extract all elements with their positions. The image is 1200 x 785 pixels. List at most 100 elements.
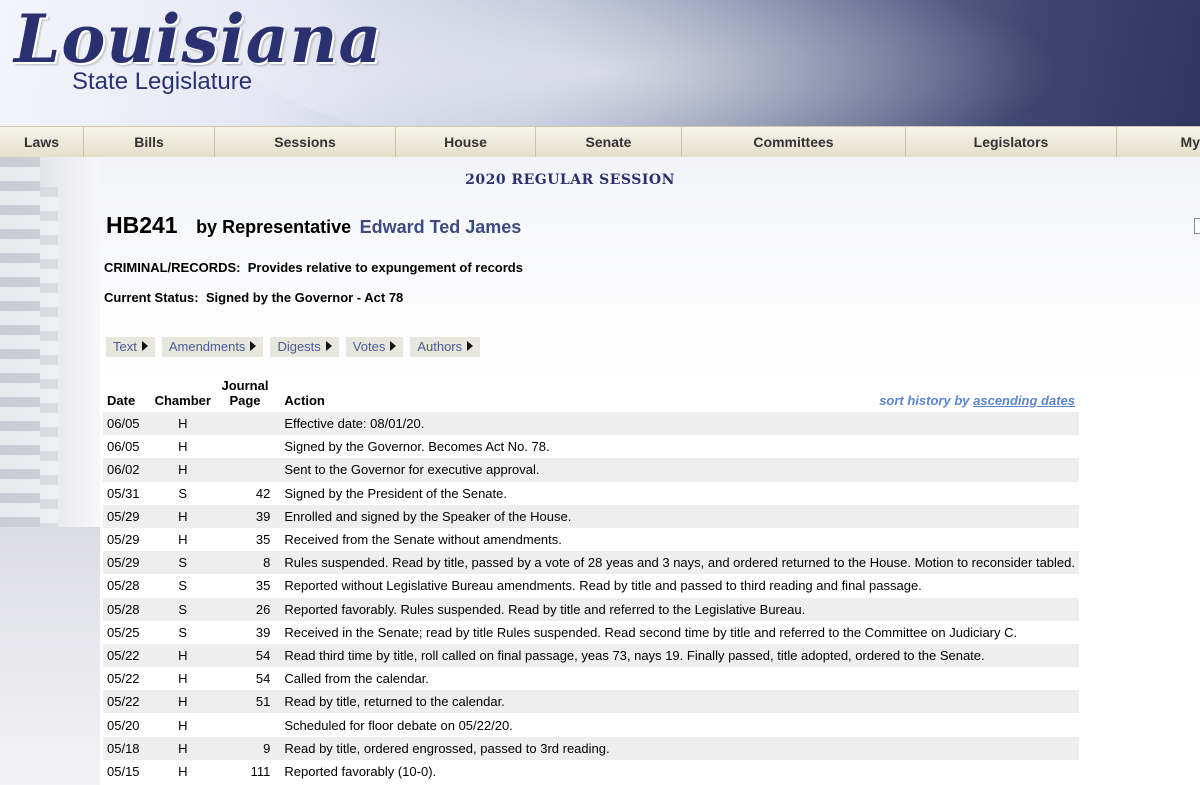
table-row: 05/18 H 9 Read by title, ordered engrossed,… <box>103 736 1079 760</box>
nav-legislators[interactable]: Legislators <box>906 127 1117 158</box>
bill-heading: HB241 by Representative Edward Ted James <box>106 212 521 239</box>
history-journal-page-cell <box>216 713 275 736</box>
bill-history-table: Date Chamber Journal Page Action sort hi… <box>103 378 1079 783</box>
nav-laws[interactable]: Laws <box>0 127 84 158</box>
tab-digests[interactable]: Digests <box>270 337 339 357</box>
table-row: 05/22 H 54 Called from the calendar. <box>103 667 1079 690</box>
history-date-cell: 06/02 <box>103 458 150 482</box>
history-action-cell: Rules suspended. Read by title, passed b… <box>274 551 1079 575</box>
history-journal-page-cell: 35 <box>255 578 271 594</box>
history-chamber-cell: H <box>178 532 188 548</box>
history-date-cell: 05/31 <box>107 485 140 501</box>
session-title: 2020 REGULAR SESSION <box>465 172 675 188</box>
history-chamber-cell: S <box>149 597 216 621</box>
building-tower <box>0 157 40 577</box>
table-row: 05/29 S 8 Rules suspended. Read by title, p… <box>103 551 1079 575</box>
tab-text-label: Text <box>113 339 137 354</box>
history-journal-page-cell <box>215 412 275 436</box>
nav-committees[interactable]: Committees <box>682 127 906 158</box>
nav-bills[interactable]: Bills <box>84 127 215 158</box>
col-chamber-header: Chamber <box>154 393 211 408</box>
history-date-cell: 05/29 <box>107 532 140 548</box>
site-logo-title[interactable]: Louisiana <box>14 0 382 78</box>
triangle-right-icon <box>141 341 148 351</box>
capitol-building-image <box>0 157 100 785</box>
history-action-cell: Sent to the Governor for executive appro… <box>274 458 1079 482</box>
history-action-cell: Signed by the Governor. Becomes Act No. … <box>284 439 550 455</box>
history-chamber-cell: S <box>178 485 188 501</box>
tab-text[interactable]: Text <box>106 337 155 357</box>
bill-author-link[interactable]: Edward Ted James <box>360 217 522 237</box>
history-journal-page-cell <box>215 458 275 482</box>
site-header-banner: Louisiana State Legislature <box>0 0 1200 126</box>
history-date-cell: 05/29 <box>103 551 150 575</box>
site-logo-subtitle[interactable]: State Legislature <box>72 68 252 96</box>
table-row: 06/05 H Effective date: 08/01/20. <box>103 412 1079 436</box>
history-journal-page-cell: 35 <box>255 532 271 548</box>
history-chamber-cell: H <box>178 717 188 733</box>
col-journal-page-header: Journal Page <box>216 378 275 412</box>
table-row: 05/15 H 111 Reported favorably (10-0). <box>103 760 1079 783</box>
history-action-cell: Effective date: 08/01/20. <box>274 412 1079 436</box>
tab-amendments[interactable]: Amendments <box>161 337 264 357</box>
triangle-right-icon <box>467 341 474 351</box>
table-row: 06/02 H Sent to the Governor for executive… <box>103 458 1079 482</box>
history-date-cell: 05/20 <box>107 717 140 733</box>
tab-amendments-label: Amendments <box>168 339 246 354</box>
history-action-cell: Called from the calendar. <box>284 671 429 687</box>
table-row: 05/29 H 39 Enrolled and signed by the Speak… <box>103 504 1079 528</box>
col-journal-header-line1: Journal <box>221 378 269 393</box>
col-journal-header-line2: Page <box>229 393 261 408</box>
nav-my[interactable]: My <box>1117 127 1200 158</box>
history-chamber-cell: H <box>149 458 216 482</box>
tab-authors[interactable]: Authors <box>410 337 481 357</box>
history-date-cell: 05/15 <box>107 763 140 779</box>
history-journal-page-cell: 39 <box>255 624 271 640</box>
tab-votes[interactable]: Votes <box>345 337 404 357</box>
sort-ascending-link[interactable]: ascending dates <box>973 393 1075 408</box>
history-action-cell: Reported favorably (10-0). <box>284 763 437 779</box>
history-chamber-cell: H <box>178 671 188 687</box>
history-journal-page-cell: 9 <box>215 736 275 760</box>
history-journal-page-cell: 51 <box>215 690 275 714</box>
tab-votes-label: Votes <box>352 339 386 354</box>
sort-history: sort history by ascending dates <box>879 393 1075 408</box>
history-chamber-cell: H <box>149 736 216 760</box>
triangle-right-icon <box>250 341 257 351</box>
history-action-cell: Read by title, returned to the calendar. <box>274 690 1079 714</box>
history-journal-page-cell: 42 <box>255 485 271 501</box>
sort-history-prefix: sort history by <box>879 393 970 408</box>
document-icon[interactable] <box>1194 218 1200 234</box>
nav-house[interactable]: House <box>396 127 536 158</box>
history-journal-page-cell: 39 <box>215 504 275 528</box>
history-date-cell: 05/29 <box>103 504 150 528</box>
table-row: 05/29 H 35 Received from the Senate without… <box>103 528 1079 551</box>
history-action-cell: Read by title, ordered engrossed, passed… <box>274 736 1079 760</box>
bill-document-tabs: Text Amendments Digests Votes Authors <box>106 337 487 357</box>
building-tower-side <box>40 187 58 567</box>
nav-senate[interactable]: Senate <box>536 127 682 158</box>
history-journal-page-cell: 54 <box>215 643 275 668</box>
history-date-cell: 05/22 <box>107 671 140 687</box>
history-chamber-cell: S <box>178 624 188 640</box>
nav-sessions[interactable]: Sessions <box>215 127 396 158</box>
history-chamber-cell: H <box>149 643 216 668</box>
tab-authors-label: Authors <box>417 339 463 354</box>
history-action-cell: Reported without Legislative Bureau amen… <box>284 578 922 594</box>
history-chamber-cell: H <box>149 504 216 528</box>
history-chamber-cell: S <box>149 551 216 575</box>
table-row: 05/22 H 54 Read third time by title, roll c… <box>103 643 1079 668</box>
history-action-cell: Signed by the President of the Senate. <box>284 485 507 501</box>
building-base <box>0 527 100 785</box>
triangle-right-icon <box>390 341 397 351</box>
main-nav: Laws Bills Sessions House Senate Committ… <box>0 126 1200 159</box>
bill-by-label: by Representative <box>196 217 352 237</box>
history-action-cell: Received in the Senate; read by title Ru… <box>284 624 1018 640</box>
table-row: 05/28 S 26 Reported favorably. Rules suspen… <box>103 597 1079 621</box>
bill-number: HB241 <box>106 212 178 238</box>
history-action-cell: Read third time by title, roll called on… <box>274 643 1079 668</box>
history-journal-page-cell: 8 <box>215 551 275 575</box>
history-header-row: Date Chamber Journal Page Action sort hi… <box>103 378 1079 412</box>
history-action-cell: Scheduled for floor debate on 05/22/20. <box>284 717 513 733</box>
bill-subject: CRIMINAL/RECORDS: Provides relative to e… <box>104 260 523 275</box>
